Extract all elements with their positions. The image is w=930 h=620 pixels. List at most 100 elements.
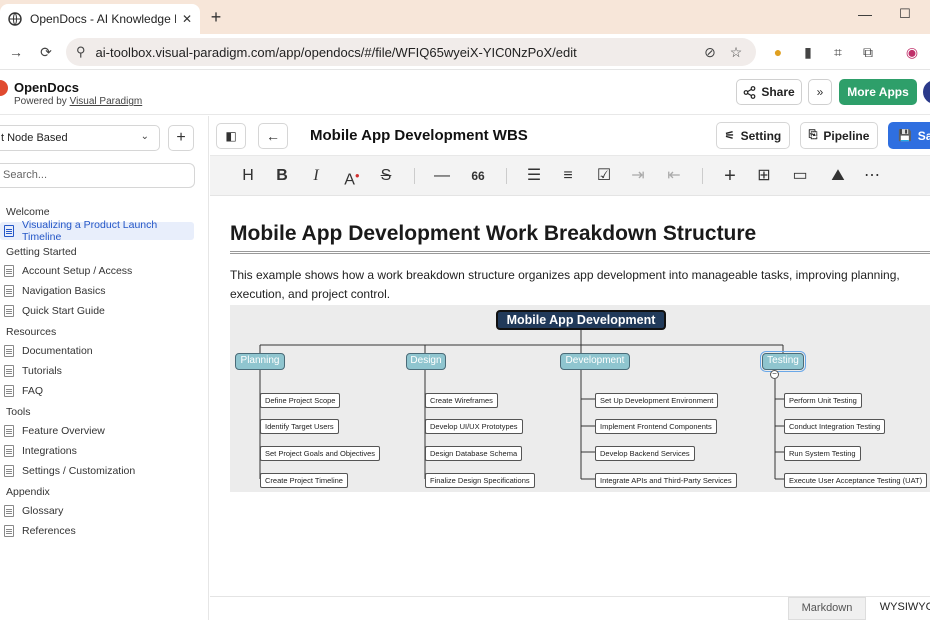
nav-item-documentation[interactable]: Documentation bbox=[0, 342, 194, 360]
document-icon bbox=[4, 525, 14, 537]
new-tab-button[interactable]: + bbox=[205, 6, 227, 28]
wbs-task[interactable]: Design Database Schema bbox=[425, 446, 523, 461]
document-icon bbox=[4, 305, 14, 317]
back-arrow-icon[interactable]: ← bbox=[258, 123, 288, 149]
nav-section-resources: Resources bbox=[6, 326, 57, 338]
wbs-task[interactable]: Run System Testing bbox=[784, 446, 861, 461]
wbs-branch-design[interactable]: Design bbox=[406, 353, 446, 370]
wbs-task[interactable]: Execute User Acceptance Testing (UAT) bbox=[784, 473, 928, 488]
intro-paragraph: This example shows how a work breakdown … bbox=[230, 268, 900, 301]
wbs-branch-development[interactable]: Development bbox=[560, 353, 630, 370]
document-icon bbox=[4, 465, 14, 477]
no-tracking-icon[interactable]: ⊘ bbox=[700, 42, 720, 62]
markdown-mode-tab[interactable]: Markdown bbox=[788, 597, 866, 620]
address-bar[interactable]: ⚲ ai-toolbox.visual-paradigm.com/app/ope… bbox=[66, 38, 756, 66]
wbs-task[interactable]: Implement Frontend Components bbox=[595, 419, 717, 434]
setting-button[interactable]: ⚟ Setting bbox=[716, 122, 790, 149]
forward-icon[interactable]: → bbox=[6, 42, 26, 62]
wbs-root-node[interactable]: Mobile App Development bbox=[496, 310, 666, 330]
italic-button[interactable]: I bbox=[306, 167, 326, 185]
document-icon bbox=[4, 225, 14, 237]
quote-button[interactable]: 66 bbox=[468, 167, 488, 185]
share-button[interactable]: Share bbox=[736, 79, 802, 105]
add-page-button[interactable]: + bbox=[168, 125, 194, 151]
heading-button[interactable]: H bbox=[238, 167, 258, 185]
nav-item-product-launch-timeline[interactable]: Visualizing a Product Launch Timeline bbox=[0, 219, 194, 243]
visual-paradigm-link[interactable]: Visual Paradigm bbox=[70, 96, 143, 107]
nav-item-settings[interactable]: Settings / Customization bbox=[0, 462, 194, 480]
maximize-button[interactable]: ☐ bbox=[893, 6, 917, 28]
toolbar-divider bbox=[702, 168, 703, 184]
wbs-task[interactable]: Develop UI/UX Prototypes bbox=[425, 419, 523, 434]
chevrons-down-icon[interactable]: » bbox=[808, 79, 832, 105]
strikethrough-button[interactable]: S bbox=[376, 167, 396, 185]
bookmark-star-icon[interactable]: ☆ bbox=[726, 42, 746, 62]
nav-item-references[interactable]: References bbox=[0, 522, 194, 540]
wbs-branch-planning[interactable]: Planning bbox=[235, 353, 285, 370]
wbs-task[interactable]: Finalize Design Specifications bbox=[425, 473, 535, 488]
document-icon bbox=[4, 345, 14, 357]
table-icon[interactable]: ⊞ bbox=[754, 167, 774, 185]
nav-section-tools: Tools bbox=[6, 406, 31, 418]
nav-item-navigation-basics[interactable]: Navigation Basics bbox=[0, 282, 194, 300]
tab-close-icon[interactable]: ✕ bbox=[182, 12, 192, 26]
template-select[interactable]: t Node Based ⌄ bbox=[0, 125, 160, 151]
sidebar-toggle-icon[interactable]: ◧ bbox=[216, 123, 246, 149]
extension-icon[interactable]: ● bbox=[768, 42, 788, 62]
more-options-button[interactable]: ⋯ bbox=[862, 167, 882, 185]
insert-plus-icon[interactable]: + bbox=[720, 166, 740, 186]
save-button[interactable]: 💾 Save bbox=[888, 122, 930, 149]
wbs-task[interactable]: Perform Unit Testing bbox=[784, 393, 862, 408]
task-list-icon[interactable]: ☑ bbox=[594, 167, 614, 185]
wbs-task[interactable]: Create Project Timeline bbox=[260, 473, 348, 488]
opendocs-logo bbox=[0, 80, 8, 96]
more-apps-button[interactable]: More Apps bbox=[839, 79, 917, 105]
window-icon[interactable]: ▭ bbox=[790, 167, 810, 185]
document-icon bbox=[4, 445, 14, 457]
site-settings-icon[interactable]: ⚲ bbox=[76, 44, 86, 60]
wbs-task[interactable]: Set Project Goals and Objectives bbox=[260, 446, 381, 461]
numbered-list-icon[interactable]: ≡ bbox=[558, 167, 578, 185]
wbs-task[interactable]: Identify Target Users bbox=[260, 419, 339, 434]
nav-item-faq[interactable]: FAQ bbox=[0, 382, 194, 400]
bold-button[interactable]: B bbox=[272, 167, 292, 185]
image-icon[interactable]: ⛰ bbox=[828, 167, 848, 185]
globe-icon bbox=[8, 12, 22, 26]
wbs-task[interactable]: Conduct Integration Testing bbox=[784, 419, 886, 434]
profile-icon[interactable]: ◉ bbox=[902, 42, 922, 62]
document-title[interactable]: Mobile App Development WBS bbox=[310, 127, 528, 144]
wbs-task[interactable]: Create Wireframes bbox=[425, 393, 498, 408]
document-icon bbox=[4, 425, 14, 437]
minimize-button[interactable]: — bbox=[853, 6, 877, 28]
nav-item-account-setup[interactable]: Account Setup / Access bbox=[0, 262, 194, 280]
wbs-task[interactable]: Set Up Development Environment bbox=[595, 393, 719, 408]
browser-toolbar: → ⟳ ⚲ ai-toolbox.visual-paradigm.com/app… bbox=[0, 34, 930, 70]
outdent-icon[interactable]: ⇤ bbox=[664, 167, 684, 185]
bookmark-flag-icon[interactable]: ▮ bbox=[798, 42, 818, 62]
bullet-list-icon[interactable]: ☰ bbox=[524, 167, 544, 185]
document-heading: Mobile App Development Work Breakdown St… bbox=[230, 222, 757, 245]
wbs-task[interactable]: Integrate APIs and Third-Party Services bbox=[595, 473, 737, 488]
format-toolbar: H B I A● S — 66 ☰ ≡ ☑ ⇥ ⇤ + ⊞ ▭ ⛰ ⋯ bbox=[210, 156, 930, 196]
nav-item-integrations[interactable]: Integrations bbox=[0, 442, 194, 460]
document-icon bbox=[4, 505, 14, 517]
horizontal-rule-button[interactable]: — bbox=[432, 167, 452, 185]
wbs-branch-testing[interactable]: Testing bbox=[760, 351, 806, 372]
reload-icon[interactable]: ⟳ bbox=[36, 42, 56, 62]
nav-item-feature-overview[interactable]: Feature Overview bbox=[0, 422, 194, 440]
screenshot-icon[interactable]: ⌗ bbox=[828, 42, 848, 62]
chevron-down-icon: ⌄ bbox=[140, 131, 149, 142]
indent-icon[interactable]: ⇥ bbox=[628, 167, 648, 185]
wysiwyg-mode-tab[interactable]: WYSIWYG bbox=[872, 597, 930, 620]
pipeline-button[interactable]: ⎘ Pipeline bbox=[800, 122, 878, 149]
nav-item-glossary[interactable]: Glossary bbox=[0, 502, 194, 520]
search-input[interactable]: Search... bbox=[0, 163, 195, 188]
collapse-branch-icon[interactable]: − bbox=[770, 370, 779, 379]
wbs-task[interactable]: Develop Backend Services bbox=[595, 446, 695, 461]
puzzle-icon[interactable]: ⧉ bbox=[858, 42, 878, 62]
nav-item-quick-start[interactable]: Quick Start Guide bbox=[0, 302, 194, 320]
browser-tab[interactable]: OpenDocs - AI Knowledge Base ✕ bbox=[0, 4, 200, 34]
font-color-button[interactable]: A● bbox=[342, 167, 362, 189]
nav-item-tutorials[interactable]: Tutorials bbox=[0, 362, 194, 380]
wbs-task[interactable]: Define Project Scope bbox=[260, 393, 341, 408]
